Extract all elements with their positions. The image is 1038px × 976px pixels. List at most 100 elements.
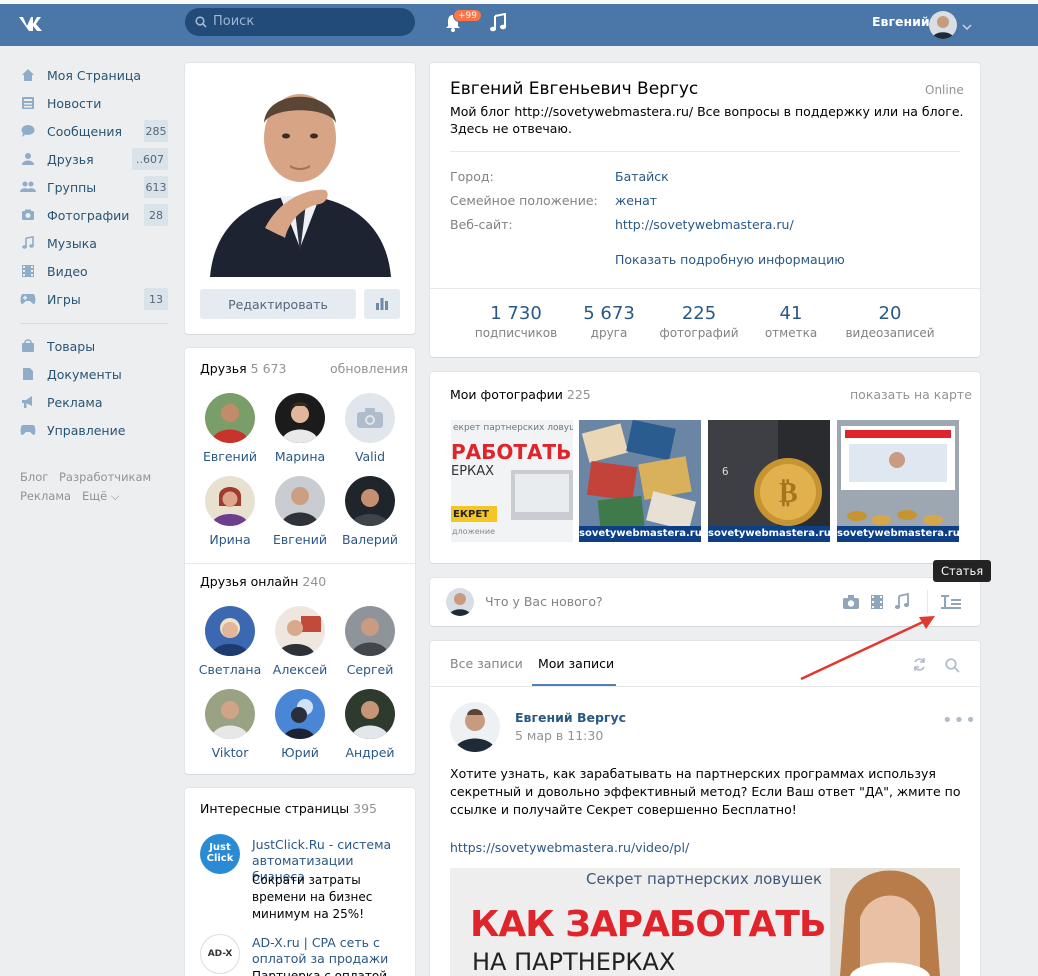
post-link[interactable]: https://sovetywebmastera.ru/video/pl/ [450, 840, 689, 855]
sidebar-item-ads[interactable]: Реклама [20, 391, 103, 413]
info-label: Веб-сайт: [450, 217, 513, 232]
footer-dev-link[interactable]: Разработчикам [59, 470, 151, 484]
show-more-info-link[interactable]: Показать подробную информацию [615, 252, 845, 267]
sidebar-item-documents[interactable]: Документы [20, 363, 122, 385]
bar-chart-icon [376, 298, 388, 310]
friend-item[interactable]: Евгений [195, 393, 265, 464]
music-icon[interactable] [489, 12, 507, 36]
header-avatar[interactable] [929, 11, 957, 39]
photo-text: екрет партнерских ловушек [453, 423, 573, 433]
friend-item[interactable]: Viktor [195, 689, 265, 760]
sidebar-item-groups[interactable]: Группы [20, 176, 96, 198]
sidebar-item-label: Сообщения [47, 123, 123, 139]
arrow-annotation [800, 616, 935, 681]
friend-item[interactable]: Марина [265, 393, 335, 464]
chevron-down-icon[interactable] [962, 18, 972, 33]
sidebar-item-photos[interactable]: Фотографии [20, 204, 129, 226]
avatar [205, 689, 255, 739]
news-icon [20, 95, 36, 111]
header-user-name[interactable]: Евгений [872, 14, 930, 29]
adx-logo[interactable]: AD-X [200, 934, 240, 974]
vk-logo[interactable] [17, 14, 47, 38]
friend-item[interactable]: Ирина [195, 476, 265, 547]
photo-thumb[interactable]: екрет партнерских ловушек РАБОТАТЬ ЕРКАХ… [451, 420, 573, 542]
sidebar-item-label: Новости [47, 95, 102, 111]
sidebar-item-music[interactable]: Музыка [20, 232, 97, 254]
footer-blog-link[interactable]: Блог [20, 470, 48, 484]
friend-item[interactable]: Valid [335, 393, 405, 464]
interesting-header[interactable]: Интересные страницы 395 [200, 801, 377, 816]
interesting-item-desc: Партнерка с оплатой за [252, 969, 387, 976]
friend-item[interactable]: Евгений [265, 476, 335, 547]
photos-count: 28 [144, 204, 168, 226]
friend-item[interactable]: Алексей [265, 606, 335, 677]
photo-thumb[interactable]: sovetywebmastera.ru [579, 420, 701, 542]
friend-item[interactable]: Юрий [265, 689, 335, 760]
camera-icon [357, 408, 383, 428]
search-icon[interactable] [945, 658, 960, 676]
justclick-logo[interactable]: Just Click [200, 834, 240, 874]
friends-online-count: 240 [302, 574, 327, 589]
status-line: Здесь не отвечаю. [450, 121, 572, 136]
stats-button[interactable] [364, 289, 400, 319]
stats-divider [430, 288, 980, 289]
avatar [345, 476, 395, 526]
friend-item[interactable]: Андрей [335, 689, 405, 760]
stat-tags[interactable]: 41 отметка [736, 303, 846, 340]
games-count: 13 [144, 288, 168, 310]
post-date[interactable]: 5 мар в 11:30 [515, 728, 603, 743]
sidebar-item-label: Товары [47, 338, 96, 354]
sidebar-item-messages[interactable]: Сообщения [20, 120, 122, 142]
profile-photo[interactable] [210, 78, 391, 277]
sidebar-item-manage[interactable]: Управление [20, 419, 125, 441]
friends-updates-link[interactable]: обновления [330, 361, 408, 376]
website-link[interactable]: http://sovetywebmastera.ru/ [615, 217, 794, 232]
friend-name: Валерий [341, 532, 399, 547]
search-input[interactable]: Поиск [185, 8, 415, 36]
profile-status[interactable]: Мой блог http://sovetywebmastera.ru/ Все… [450, 103, 970, 137]
photos-title: Мои фотографии [450, 387, 563, 402]
sidebar-item-news[interactable]: Новости [20, 92, 101, 114]
avatar[interactable] [450, 702, 500, 752]
city-value[interactable]: Батайск [615, 169, 669, 184]
composer-input[interactable]: Что у Вас нового? [485, 594, 603, 609]
friend-name: Алексей [272, 662, 328, 677]
interesting-item-title[interactable]: AD-X.ru | CPA сеть с оплатой за продажи [252, 935, 402, 967]
article-tooltip: Статья [933, 560, 992, 582]
sidebar-item-friends[interactable]: Друзья [20, 148, 94, 170]
sidebar-item-my-page[interactable]: Моя Страница [20, 64, 141, 86]
photos-count: 225 [566, 387, 591, 402]
interesting-title: Интересные страницы [200, 801, 350, 816]
sidebar-item-label: Музыка [47, 235, 97, 251]
post-image[interactable]: Секрет партнерских ловушек КАК ЗАРАБОТАТ… [450, 868, 960, 976]
sidebar-item-video[interactable]: Видео [20, 260, 88, 282]
camera-icon [20, 207, 36, 223]
stat-videos[interactable]: 20 видеозаписей [835, 303, 945, 340]
avatar [345, 689, 395, 739]
edit-profile-button[interactable]: Редактировать [200, 289, 356, 319]
info-label: Город: [450, 169, 494, 184]
friends-header[interactable]: Друзья 5 673 [200, 361, 286, 376]
friend-item[interactable]: Валерий [335, 476, 405, 547]
tabs-divider [430, 686, 980, 687]
photo-thumb[interactable]: ₿ 6 sovetywebmastera.ru [708, 420, 830, 542]
more-options-icon[interactable]: ••• [942, 710, 977, 731]
marital-value[interactable]: женат [615, 193, 657, 208]
friend-name: Сергей [346, 662, 394, 677]
friends-online-header[interactable]: Друзья онлайн 240 [200, 574, 326, 589]
footer-ads-link[interactable]: Реклама [20, 489, 71, 503]
tab-my-posts[interactable]: Мои записи [538, 656, 614, 671]
sidebar-item-games[interactable]: Игры [20, 288, 81, 310]
photo-text: РАБОТАТЬ [451, 440, 572, 464]
friend-item[interactable]: Сергей [335, 606, 405, 677]
footer-more-link[interactable]: Ещё ⌵ [82, 489, 120, 504]
friend-item[interactable]: Светлана [195, 606, 265, 677]
sidebar-item-goods[interactable]: Товары [20, 335, 95, 357]
photo-thumb[interactable]: sovetywebmastera.ru [837, 420, 959, 542]
stat-number: 20 [878, 303, 902, 324]
show-on-map-link[interactable]: показать на карте [850, 387, 972, 402]
tab-all-posts[interactable]: Все записи [450, 656, 523, 671]
photos-header[interactable]: Мои фотографии 225 [450, 387, 591, 402]
post-author[interactable]: Евгений Вергус [515, 710, 626, 725]
photo-text: ЕРКАХ [451, 464, 495, 479]
